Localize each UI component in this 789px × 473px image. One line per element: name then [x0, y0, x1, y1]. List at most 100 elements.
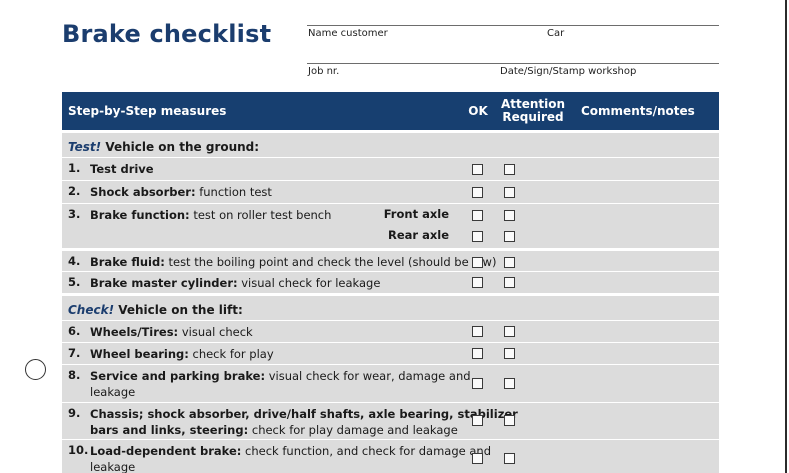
item-number: 9.: [68, 406, 81, 420]
header-attention-line2: Required: [502, 110, 564, 124]
item-rest: test on roller test bench: [189, 208, 332, 222]
table-row: 8. Service and parking brake: visual che…: [62, 364, 719, 402]
field-line-top: [307, 25, 719, 26]
ok-checkbox[interactable]: [472, 187, 483, 198]
item-rest: visual check for leakage: [237, 276, 381, 290]
table-row: 7. Wheel bearing: check for play: [62, 342, 719, 364]
table-row: 9. Chassis; shock absorber, drive/half s…: [62, 402, 719, 439]
attention-checkbox[interactable]: [504, 277, 515, 288]
window-edge: [785, 0, 787, 473]
ok-checkbox[interactable]: [472, 453, 483, 464]
item-number: 6.: [68, 324, 81, 338]
attention-checkbox[interactable]: [504, 415, 515, 426]
item-text: Shock absorber: function test: [90, 184, 272, 200]
table-row: 1. Test drive: [62, 157, 719, 180]
item-rest: visual check: [178, 325, 253, 339]
attention-checkbox[interactable]: [504, 326, 515, 337]
ok-checkbox-rear[interactable]: [472, 231, 483, 242]
section-test-title: Test! Vehicle on the ground:: [68, 140, 259, 154]
item-text: Test drive: [90, 161, 154, 177]
item-bold: Load-dependent brake:: [90, 444, 242, 458]
item-bold: Brake fluid:: [90, 255, 165, 269]
document-title: Brake checklist: [62, 20, 272, 48]
header-attention: Attention Required: [498, 92, 568, 130]
item-text: Brake function: test on roller test benc…: [90, 207, 331, 223]
table-row: 4. Brake fluid: test the boiling point a…: [62, 248, 719, 271]
item-line2: leakage: [90, 460, 136, 473]
header-ok: OK: [468, 103, 488, 118]
table-row: 2. Shock absorber: function test: [62, 180, 719, 203]
section-check-rest: Vehicle on the lift:: [114, 303, 243, 317]
checklist-table: Step-by-Step measures OK Attention Requi…: [62, 92, 719, 473]
ok-checkbox[interactable]: [472, 326, 483, 337]
table-row: 10. Load-dependent brake: check function…: [62, 439, 719, 473]
ok-checkbox[interactable]: [472, 415, 483, 426]
item-number: 3.: [68, 207, 81, 221]
section-test-rest: Vehicle on the ground:: [101, 140, 260, 154]
item-rest: visual check for wear, damage and: [265, 369, 471, 383]
table-row: 3. Brake function: test on roller test b…: [62, 203, 719, 248]
ok-checkbox[interactable]: [472, 378, 483, 389]
rear-axle-label: Rear axle: [387, 228, 449, 242]
section-test: Test! Vehicle on the ground:: [62, 130, 719, 157]
attention-checkbox-front[interactable]: [504, 210, 515, 221]
item-bold: Shock absorber:: [90, 185, 196, 199]
section-test-emph: Test!: [68, 140, 102, 154]
header-measures: Step-by-Step measures: [68, 104, 227, 118]
ok-checkbox-front[interactable]: [472, 210, 483, 221]
item-number: 8.: [68, 368, 81, 382]
attention-checkbox-rear[interactable]: [504, 231, 515, 242]
selection-circle[interactable]: [25, 359, 46, 380]
header-comments: Comments/notes: [581, 104, 695, 118]
item-text: Wheels/Tires: visual check: [90, 324, 253, 340]
attention-checkbox[interactable]: [504, 257, 515, 268]
item-text: Brake fluid: test the boiling point and …: [90, 254, 496, 270]
item-bold: Chassis; shock absorber, drive/half shaf…: [90, 407, 518, 421]
job-nr-label: Job nr.: [308, 66, 340, 77]
attention-checkbox[interactable]: [504, 187, 515, 198]
item-rest: function test: [195, 185, 272, 199]
ok-checkbox[interactable]: [472, 164, 483, 175]
date-sign-label: Date/Sign/Stamp workshop: [500, 66, 637, 77]
item-number: 2.: [68, 184, 81, 198]
table-row: 6. Wheels/Tires: visual check: [62, 320, 719, 342]
item-text: Chassis; shock absorber, drive/half shaf…: [90, 406, 518, 438]
item-bold: Test drive: [90, 162, 154, 176]
item-bold: Brake function:: [90, 208, 190, 222]
ok-checkbox[interactable]: [472, 348, 483, 359]
name-customer-label: Name customer: [308, 28, 388, 39]
item-line2: leakage: [90, 385, 136, 399]
item-line2-bold: bars and links, steering:: [90, 423, 249, 437]
attention-checkbox[interactable]: [504, 378, 515, 389]
ok-checkbox[interactable]: [472, 277, 483, 288]
front-axle-label: Front axle: [383, 207, 449, 221]
item-text: Service and parking brake: visual check …: [90, 368, 471, 400]
item-bold: Wheel bearing:: [90, 347, 189, 361]
item-number: 7.: [68, 346, 81, 360]
ok-checkbox[interactable]: [472, 257, 483, 268]
item-number: 1.: [68, 161, 81, 175]
attention-checkbox[interactable]: [504, 453, 515, 464]
table-row: 5. Brake master cylinder: visual check f…: [62, 271, 719, 293]
item-rest: check for play: [188, 347, 274, 361]
field-line-bottom: [307, 63, 719, 64]
item-number: 4.: [68, 254, 81, 268]
item-rest: test the boiling point and check the lev…: [164, 255, 497, 269]
item-text: Wheel bearing: check for play: [90, 346, 274, 362]
item-text: Load-dependent brake: check function, an…: [90, 443, 491, 473]
item-bold: Brake master cylinder:: [90, 276, 238, 290]
table-header: Step-by-Step measures OK Attention Requi…: [62, 92, 719, 130]
attention-checkbox[interactable]: [504, 164, 515, 175]
item-line2-rest: check for play damage and leakage: [248, 423, 458, 437]
item-number: 5.: [68, 275, 81, 289]
item-number: 10.: [68, 443, 89, 457]
item-bold: Wheels/Tires:: [90, 325, 179, 339]
section-check-emph: Check!: [68, 303, 115, 317]
item-rest: check function, and check for damage and: [241, 444, 491, 458]
section-check-title: Check! Vehicle on the lift:: [68, 303, 243, 317]
section-check: Check! Vehicle on the lift:: [62, 293, 719, 320]
item-text: Brake master cylinder: visual check for …: [90, 275, 380, 291]
car-label: Car: [547, 28, 565, 39]
item-bold: Service and parking brake:: [90, 369, 266, 383]
attention-checkbox[interactable]: [504, 348, 515, 359]
